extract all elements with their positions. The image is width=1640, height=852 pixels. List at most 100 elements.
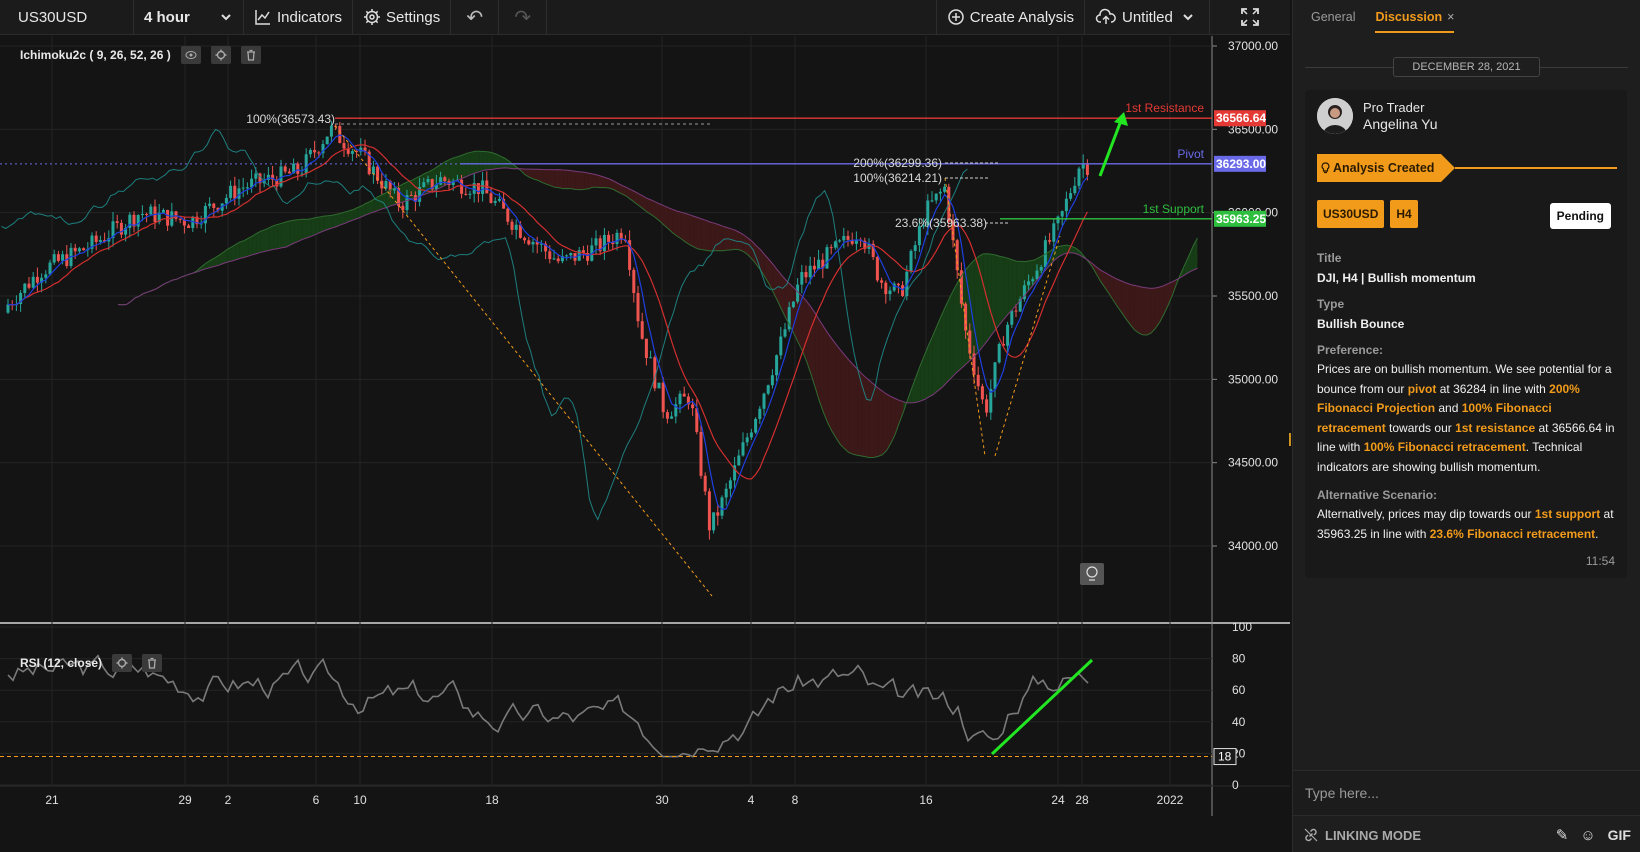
- cloud-segment: [256, 231, 261, 254]
- gear-icon[interactable]: [210, 46, 231, 64]
- candle-body: [224, 197, 228, 204]
- symbol-selector[interactable]: US30USD: [0, 0, 134, 35]
- lightbulb-icon: [1321, 162, 1330, 174]
- cloud-segment: [928, 335, 933, 398]
- avatar[interactable]: [1317, 98, 1353, 134]
- cloud-segment: [277, 223, 282, 249]
- candle-body: [233, 185, 237, 199]
- alternative-text: Alternatively, prices may dip towards ou…: [1317, 507, 1614, 541]
- cloud-segment: [1142, 287, 1147, 335]
- cloud-segment: [491, 152, 496, 170]
- cloud-segment: [1151, 288, 1156, 334]
- attachment-icon[interactable]: ✎: [1556, 826, 1569, 844]
- gif-button[interactable]: GIF: [1608, 827, 1631, 843]
- trash-icon[interactable]: [142, 654, 163, 672]
- cloud-segment: [710, 222, 715, 252]
- candle-body: [779, 336, 783, 356]
- candle-body: [749, 432, 753, 438]
- message-input[interactable]: [1293, 771, 1640, 815]
- layout-dropdown[interactable]: Untitled: [1085, 0, 1210, 35]
- candle-body: [791, 301, 795, 308]
- candle-body: [594, 238, 598, 246]
- candle-body: [783, 329, 787, 337]
- time-tick-label: 24: [1051, 793, 1065, 807]
- status-badge: Pending: [1549, 203, 1611, 229]
- indicators-button[interactable]: Indicators: [244, 0, 354, 35]
- cloud-segment: [874, 384, 879, 458]
- cloud-segment: [462, 153, 467, 179]
- candle-body: [817, 259, 821, 270]
- candle-body: [884, 282, 888, 295]
- candle-body: [565, 255, 569, 257]
- candle-body: [1031, 279, 1035, 282]
- cloud-segment: [575, 171, 580, 190]
- tab-discussion[interactable]: Discussion ×: [1375, 10, 1455, 33]
- cloud-segment: [853, 364, 858, 456]
- title-value: DJI, H4 | Bullish momentum: [1317, 271, 1476, 285]
- candle-body: [632, 269, 636, 294]
- chevron-down-icon: [1183, 14, 1193, 21]
- close-icon[interactable]: ×: [1447, 10, 1454, 24]
- rsi-legend: RSI (12, close): [20, 654, 163, 672]
- time-tick-label: 21: [45, 793, 59, 807]
- candle-body: [913, 245, 917, 251]
- candle-body: [1073, 185, 1077, 194]
- candle-body: [657, 382, 661, 389]
- candle-body: [682, 393, 686, 397]
- create-analysis-button[interactable]: Create Analysis: [937, 0, 1085, 35]
- emoji-icon[interactable]: ☺: [1580, 827, 1595, 844]
- fullscreen-button[interactable]: [1210, 0, 1290, 35]
- cloud-segment: [244, 238, 249, 258]
- gear-icon[interactable]: [112, 654, 133, 672]
- fib-200-label: 200%(36299.36): [853, 156, 942, 170]
- candle-body: [1010, 310, 1014, 325]
- cloud-segment: [588, 173, 593, 189]
- candle-body: [35, 276, 39, 283]
- banner-label: Analysis Created: [1317, 154, 1434, 182]
- candle-body: [1027, 281, 1031, 286]
- eye-icon[interactable]: [180, 46, 201, 64]
- trash-icon[interactable]: [240, 46, 261, 64]
- cloud-segment: [290, 220, 295, 245]
- title-label: Title: [1317, 251, 1342, 265]
- time-tick-label: 28: [1075, 793, 1089, 807]
- tab-general[interactable]: General: [1311, 10, 1355, 33]
- fullscreen-icon: [1241, 8, 1259, 26]
- candle-body: [838, 240, 842, 242]
- author-role: Pro Trader: [1363, 100, 1425, 115]
- price-chart[interactable]: 1st Resistance Pivot 1st Support 100%(36573…: [0, 36, 1290, 852]
- candle-body: [1039, 267, 1043, 271]
- price-tick-label: 34500.00: [1228, 456, 1278, 470]
- undo-button[interactable]: ↶: [451, 0, 500, 35]
- candle-body: [401, 205, 405, 211]
- cloud-segment: [252, 233, 257, 255]
- cloud-segment: [483, 151, 488, 171]
- candle-body: [208, 203, 212, 206]
- candle-body: [829, 247, 833, 249]
- settings-button[interactable]: Settings: [353, 0, 452, 35]
- candle-body: [938, 191, 942, 194]
- chart-toolbar: US30USD 4 hour Indicators Settings ↶ ↷ C…: [0, 0, 1290, 35]
- candle-body: [1085, 163, 1089, 175]
- redo-button[interactable]: ↷: [499, 0, 548, 35]
- cloud-segment: [550, 169, 555, 188]
- time-tick-label: 29: [178, 793, 192, 807]
- time-tick-label: 2: [225, 793, 232, 807]
- interval-dropdown[interactable]: 4 hour: [134, 0, 244, 35]
- candle-body: [422, 182, 426, 188]
- candle-body: [464, 193, 468, 195]
- price-tick-label: 35500.00: [1228, 289, 1278, 303]
- linking-mode-toggle[interactable]: LINKING MODE: [1303, 827, 1544, 843]
- candle-body: [77, 248, 81, 252]
- candle-body: [896, 283, 900, 286]
- price-tick-label: 37000.00: [1228, 39, 1278, 53]
- cloud-segment: [281, 222, 286, 248]
- cloud-segment: [882, 391, 887, 455]
- candle-body: [724, 488, 728, 498]
- candle-body: [880, 280, 884, 283]
- cloud-segment: [823, 326, 828, 423]
- candle-body: [707, 491, 711, 531]
- candle-body: [296, 163, 300, 174]
- chevron-down-icon: [221, 14, 231, 21]
- message-composer: [1293, 770, 1640, 816]
